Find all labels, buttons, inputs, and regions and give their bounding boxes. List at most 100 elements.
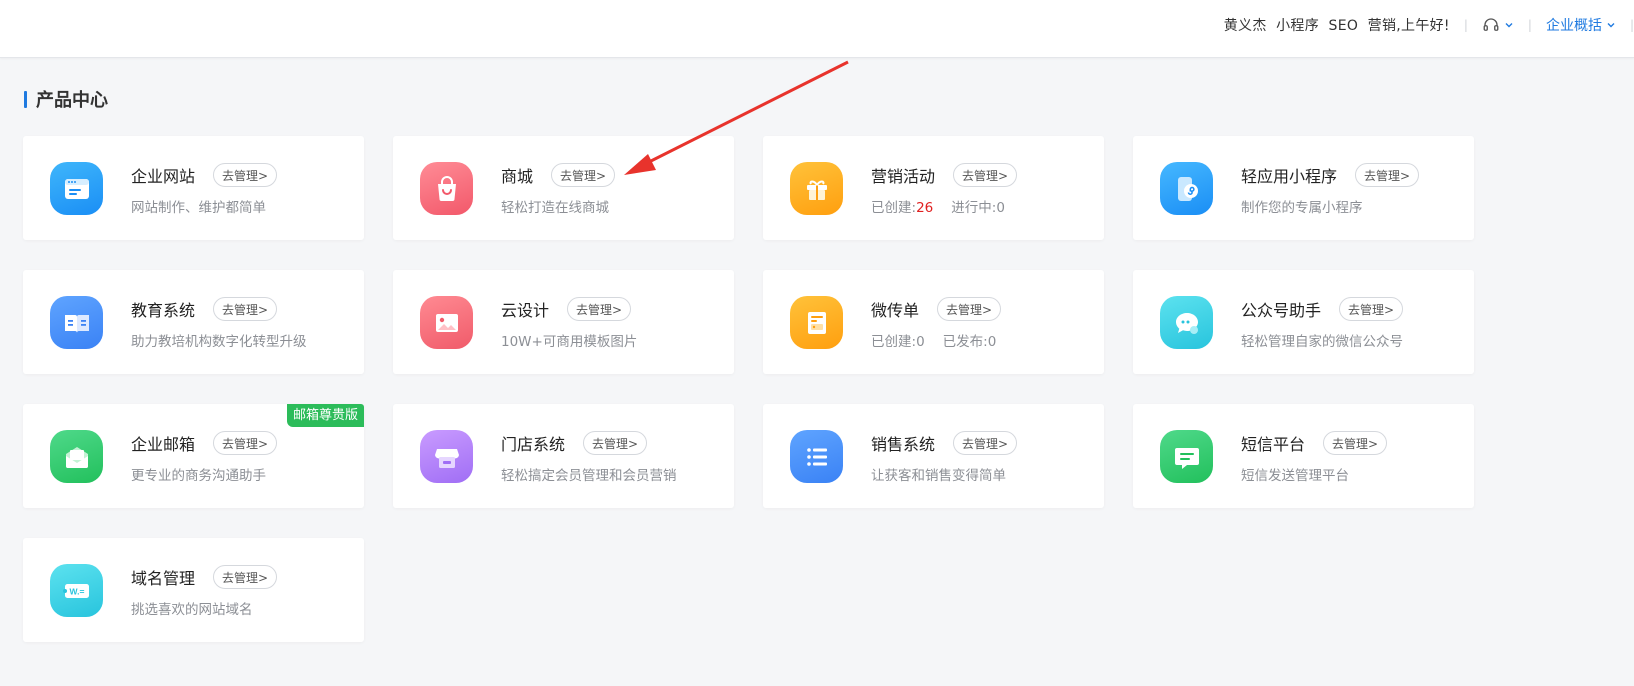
product-card[interactable]: 企业网站 去管理> 网站制作、维护都简单 — [23, 136, 364, 240]
product-description: 轻松搞定会员管理和会员营销 — [501, 468, 677, 484]
divider: | — [1629, 18, 1634, 32]
manage-button[interactable]: 去管理> — [213, 565, 278, 589]
product-card[interactable]: 教育系统 去管理> 助力教培机构数字化转型升级 — [23, 270, 364, 374]
product-card[interactable]: 销售系统 去管理> 让获客和销售变得简单 — [763, 404, 1104, 508]
product-icon-tile — [1160, 162, 1213, 215]
product-icon-tile — [1160, 296, 1213, 349]
product-card[interactable]: 营销活动 去管理> 已创建:26 进行中:0 — [763, 136, 1104, 240]
store-icon — [434, 448, 459, 468]
product-icon-tile — [790, 430, 843, 483]
product-info: 公众号助手 去管理> 轻松管理自家的微信公众号 — [1241, 296, 1404, 350]
product-title-row: 商城 去管理> — [501, 162, 616, 188]
product-card[interactable]: 轻应用小程序 去管理> 制作您的专属小程序 — [1133, 136, 1474, 240]
product-title-row: 销售系统 去管理> — [871, 430, 1018, 456]
stat-value: 0 — [996, 200, 1005, 216]
product-name: 教育系统 — [131, 301, 196, 320]
stat-label: 进行中: — [951, 200, 997, 216]
product-info: 云设计 去管理> 10W+可商用模板图片 — [501, 296, 637, 350]
product-name: 销售系统 — [871, 435, 936, 454]
premium-badge: 邮箱尊贵版 — [286, 404, 364, 427]
manage-button[interactable]: 去管理> — [953, 163, 1018, 187]
sms-icon — [1174, 447, 1199, 469]
product-info: 微传单 去管理> 已创建:0 已发布:0 — [871, 296, 1002, 350]
product-card[interactable]: 商城 去管理> 轻松打造在线商城 — [393, 136, 734, 240]
product-description: 轻松打造在线商城 — [501, 200, 609, 216]
product-name: 企业网站 — [131, 167, 196, 186]
product-description: 助力教培机构数字化转型升级 — [131, 334, 307, 350]
manage-button[interactable]: 去管理> — [551, 163, 616, 187]
product-title-row: 教育系统 去管理> — [131, 296, 307, 322]
product-title-row: 公众号助手 去管理> — [1241, 296, 1404, 322]
product-name: 门店系统 — [501, 435, 566, 454]
product-description: 轻松管理自家的微信公众号 — [1241, 334, 1403, 350]
title-accent-bar — [24, 90, 27, 108]
product-title-row: 轻应用小程序 去管理> — [1241, 162, 1420, 188]
product-card[interactable]: 云设计 去管理> 10W+可商用模板图片 — [393, 270, 734, 374]
product-stats: 已创建:26 进行中:0 — [871, 196, 1017, 216]
flyer-icon — [807, 311, 826, 334]
product-icon-tile — [420, 296, 473, 349]
product-title-row: 短信平台 去管理> — [1241, 430, 1388, 456]
image-icon — [435, 313, 458, 332]
product-card[interactable]: 短信平台 去管理> 短信发送管理平台 — [1133, 404, 1474, 508]
product-icon-tile — [790, 162, 843, 215]
enterprise-overview-menu[interactable]: 企业概括 — [1546, 15, 1616, 35]
product-icon-tile — [50, 162, 103, 215]
gift-icon — [806, 180, 827, 200]
product-info: 短信平台 去管理> 短信发送管理平台 — [1241, 430, 1388, 484]
product-title-row: 微传单 去管理> — [871, 296, 1002, 322]
product-name: 微传单 — [871, 301, 920, 320]
manage-button[interactable]: 去管理> — [1355, 163, 1420, 187]
section-title: 产品中心 — [24, 86, 108, 112]
manage-button[interactable]: 去管理> — [1339, 297, 1404, 321]
product-card[interactable]: 门店系统 去管理> 轻松搞定会员管理和会员营销 — [393, 404, 734, 508]
mail-icon — [65, 446, 88, 468]
product-card[interactable]: 公众号助手 去管理> 轻松管理自家的微信公众号 — [1133, 270, 1474, 374]
stat-value: 0 — [916, 334, 925, 350]
product-name: 公众号助手 — [1241, 301, 1322, 320]
product-info: 企业网站 去管理> 网站制作、维护都简单 — [131, 162, 278, 216]
product-stats: 已创建:0 已发布:0 — [871, 330, 1001, 350]
product-description: 短信发送管理平台 — [1241, 468, 1349, 484]
product-icon-tile — [50, 430, 103, 483]
product-info: 门店系统 去管理> 轻松搞定会员管理和会员营销 — [501, 430, 677, 484]
product-icon-tile — [420, 162, 473, 215]
product-info: 营销活动 去管理> 已创建:26 进行中:0 — [871, 162, 1018, 216]
product-title-row: 企业网站 去管理> — [131, 162, 278, 188]
manage-button[interactable]: 去管理> — [583, 431, 648, 455]
product-title-row: 营销活动 去管理> — [871, 162, 1018, 188]
top-bar-right: 黄义杰 小程序 SEO 营销,上午好! | | 企业概括 | — [1224, 0, 1634, 50]
product-description: 网站制作、维护都简单 — [131, 200, 266, 216]
product-card[interactable]: 微传单 去管理> 已创建:0 已发布:0 — [763, 270, 1104, 374]
product-title-row: 云设计 去管理> — [501, 296, 637, 322]
user-greeting: 黄义杰 小程序 SEO 营销,上午好! — [1223, 18, 1450, 34]
svg-text:W.=: W.= — [69, 586, 84, 596]
support-menu[interactable] — [1482, 16, 1514, 34]
product-title-row: 域名管理 去管理> — [131, 564, 278, 590]
overview-label: 企业概括 — [1545, 18, 1602, 34]
product-info: 企业邮箱 去管理> 更专业的商务沟通助手 — [131, 430, 278, 484]
product-grid: 企业网站 去管理> 网站制作、维护都简单 商城 去管理> 轻松打造在线商城 营销活动 去管理>… — [23, 136, 1474, 642]
manage-button[interactable]: 去管理> — [1323, 431, 1388, 455]
stat-label: 已创建: — [871, 200, 917, 216]
product-title-row: 企业邮箱 去管理> — [131, 430, 278, 456]
product-name: 企业邮箱 — [131, 435, 196, 454]
chevron-down-icon — [1505, 23, 1513, 28]
mini-program-icon — [1177, 176, 1198, 201]
stat-value: 26 — [916, 200, 934, 216]
manage-button[interactable]: 去管理> — [567, 297, 632, 321]
manage-button[interactable]: 去管理> — [213, 163, 278, 187]
product-info: 销售系统 去管理> 让获客和销售变得简单 — [871, 430, 1018, 484]
manage-button[interactable]: 去管理> — [213, 431, 278, 455]
manage-button[interactable]: 去管理> — [953, 431, 1018, 455]
product-info: 轻应用小程序 去管理> 制作您的专属小程序 — [1241, 162, 1420, 216]
website-icon — [64, 178, 89, 199]
wechat-chat-icon — [1175, 312, 1198, 334]
manage-button[interactable]: 去管理> — [213, 297, 278, 321]
book-icon — [64, 314, 89, 333]
product-card[interactable]: W.= 域名管理 去管理> 挑选喜欢的网站域名 — [23, 538, 364, 642]
headset-icon — [1483, 18, 1499, 31]
product-card[interactable]: 企业邮箱 去管理> 更专业的商务沟通助手 邮箱尊贵版 — [23, 404, 364, 508]
manage-button[interactable]: 去管理> — [937, 297, 1002, 321]
product-icon-tile — [420, 430, 473, 483]
